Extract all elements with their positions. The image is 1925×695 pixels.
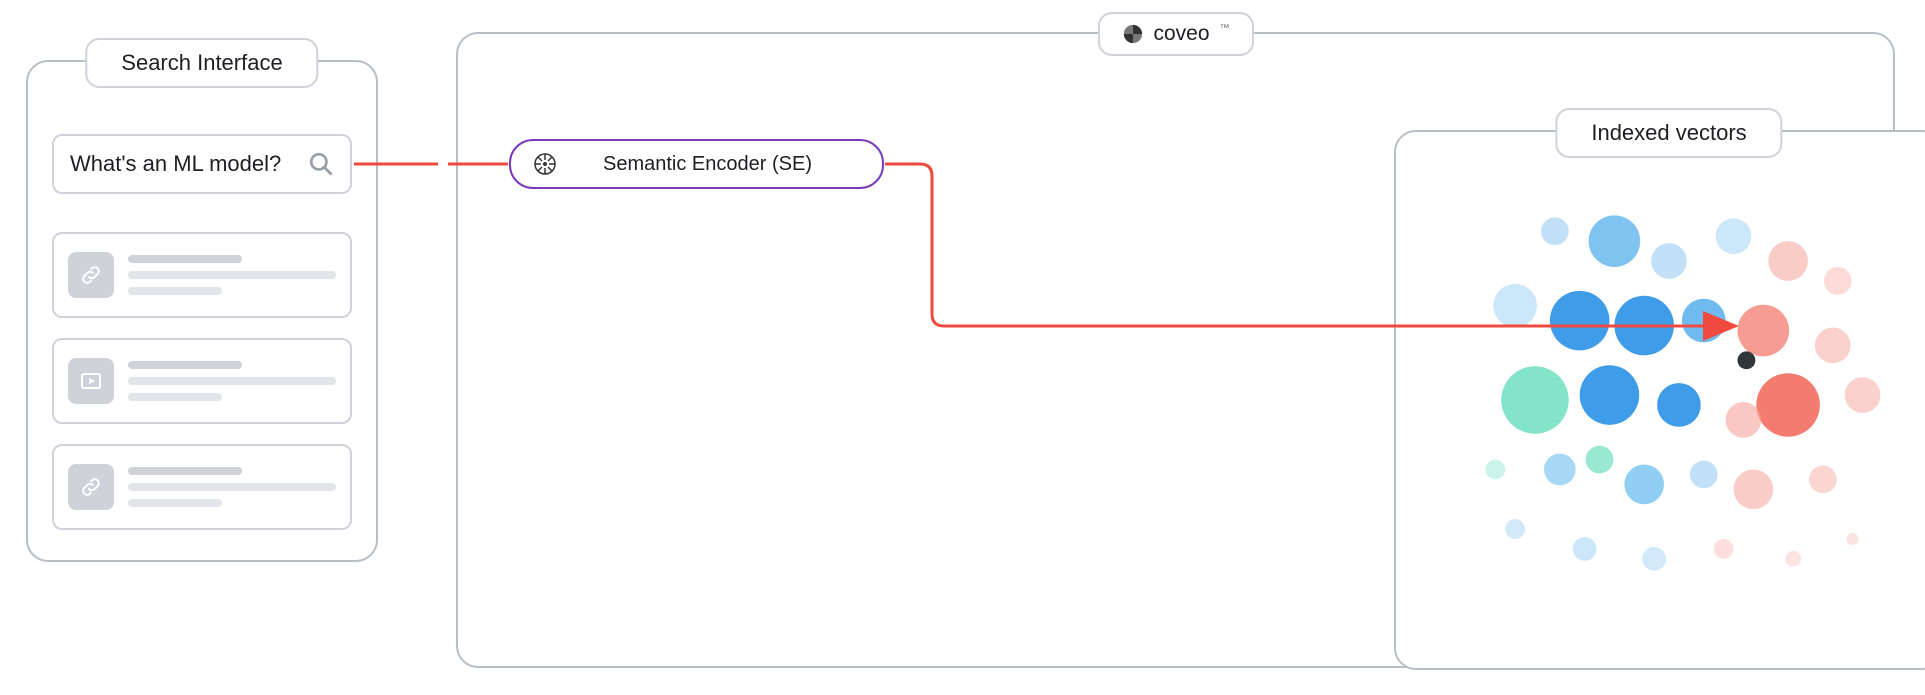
indexed-vectors-panel: Indexed vectors	[1394, 130, 1925, 670]
coveo-logo-icon	[1121, 23, 1143, 45]
query-vector-point	[1737, 351, 1755, 369]
search-result-placeholder	[52, 232, 352, 318]
coveo-brand-tag: coveo ™	[1097, 12, 1253, 56]
search-interface-title: Search Interface	[85, 38, 318, 88]
placeholder-lines	[128, 467, 336, 507]
placeholder-lines	[128, 361, 336, 401]
placeholder-lines	[128, 255, 336, 295]
coveo-platform-panel: coveo ™ Indexed vectors	[456, 32, 1895, 668]
semantic-encoder-node: Semantic Encoder (SE)	[509, 139, 884, 189]
link-icon	[68, 252, 114, 298]
ml-brain-icon	[533, 152, 557, 176]
search-box[interactable]: What's an ML model?	[52, 134, 352, 194]
search-result-placeholder	[52, 338, 352, 424]
semantic-encoder-label: Semantic Encoder (SE)	[575, 153, 860, 176]
search-interface-panel: Search Interface What's an ML model?	[26, 60, 378, 562]
search-query-text: What's an ML model?	[70, 151, 308, 177]
search-icon	[308, 151, 334, 177]
vector-scatter-cloud	[1396, 132, 1925, 668]
search-result-placeholder	[52, 444, 352, 530]
coveo-brand-text: coveo	[1153, 22, 1209, 46]
trademark-symbol: ™	[1220, 23, 1230, 34]
video-icon	[68, 358, 114, 404]
link-icon	[68, 464, 114, 510]
